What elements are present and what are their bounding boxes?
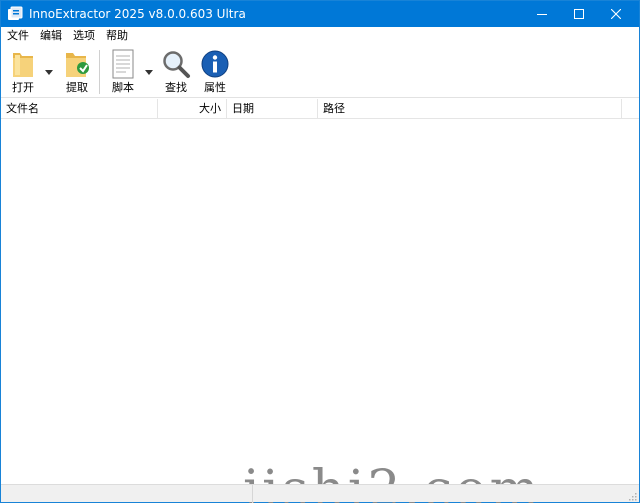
app-window: InnoExtractor 2025 v8.0.0.603 Ultra 文件 编… [0,0,640,503]
menu-options[interactable]: 选项 [67,27,100,45]
find-label: 查找 [165,81,187,94]
extract-button[interactable]: 提取 [59,48,95,96]
title-bar[interactable]: InnoExtractor 2025 v8.0.0.603 Ultra [1,1,639,27]
extract-label: 提取 [66,81,88,94]
menu-help[interactable]: 帮助 [100,27,133,45]
resize-grip-icon[interactable] [627,490,637,501]
info-icon [199,48,231,80]
script-button[interactable]: 脚本 [105,48,141,96]
menu-file[interactable]: 文件 [1,27,34,45]
toolbar: 打开 提取 脚本 查找 属性 [1,46,639,98]
window-title: InnoExtractor 2025 v8.0.0.603 Ultra [29,7,246,21]
open-label: 打开 [12,81,34,94]
minimize-icon [537,9,547,19]
open-dropdown-button[interactable] [44,66,54,76]
column-header-path[interactable]: 路径 [318,99,622,119]
folder-icon [7,48,39,80]
magnifier-icon [160,48,192,80]
status-pane-2 [253,485,639,503]
close-icon [611,9,621,19]
status-pane-1 [1,485,253,503]
folder-extract-icon [61,48,93,80]
column-header-size[interactable]: 大小 [158,99,227,119]
app-icon [7,6,23,22]
maximize-icon [574,9,584,19]
toolbar-separator [99,50,100,94]
properties-button[interactable]: 属性 [197,48,233,96]
status-bar [1,484,639,503]
file-list[interactable]: jishi2.com [1,120,639,503]
menu-bar: 文件 编辑 选项 帮助 [1,27,639,45]
script-label: 脚本 [112,81,134,94]
properties-label: 属性 [204,81,226,94]
script-dropdown-button[interactable] [144,66,154,76]
column-header-name[interactable]: 文件名 [1,99,158,119]
open-button[interactable]: 打开 [5,48,41,96]
column-header-date[interactable]: 日期 [227,99,318,119]
chevron-down-icon [45,64,53,78]
file-list-header: 文件名 大小 日期 路径 [1,99,639,119]
close-button[interactable] [593,1,639,27]
find-button[interactable]: 查找 [158,48,194,96]
menu-edit[interactable]: 编辑 [34,27,67,45]
script-document-icon [107,48,139,80]
chevron-down-icon [145,64,153,78]
